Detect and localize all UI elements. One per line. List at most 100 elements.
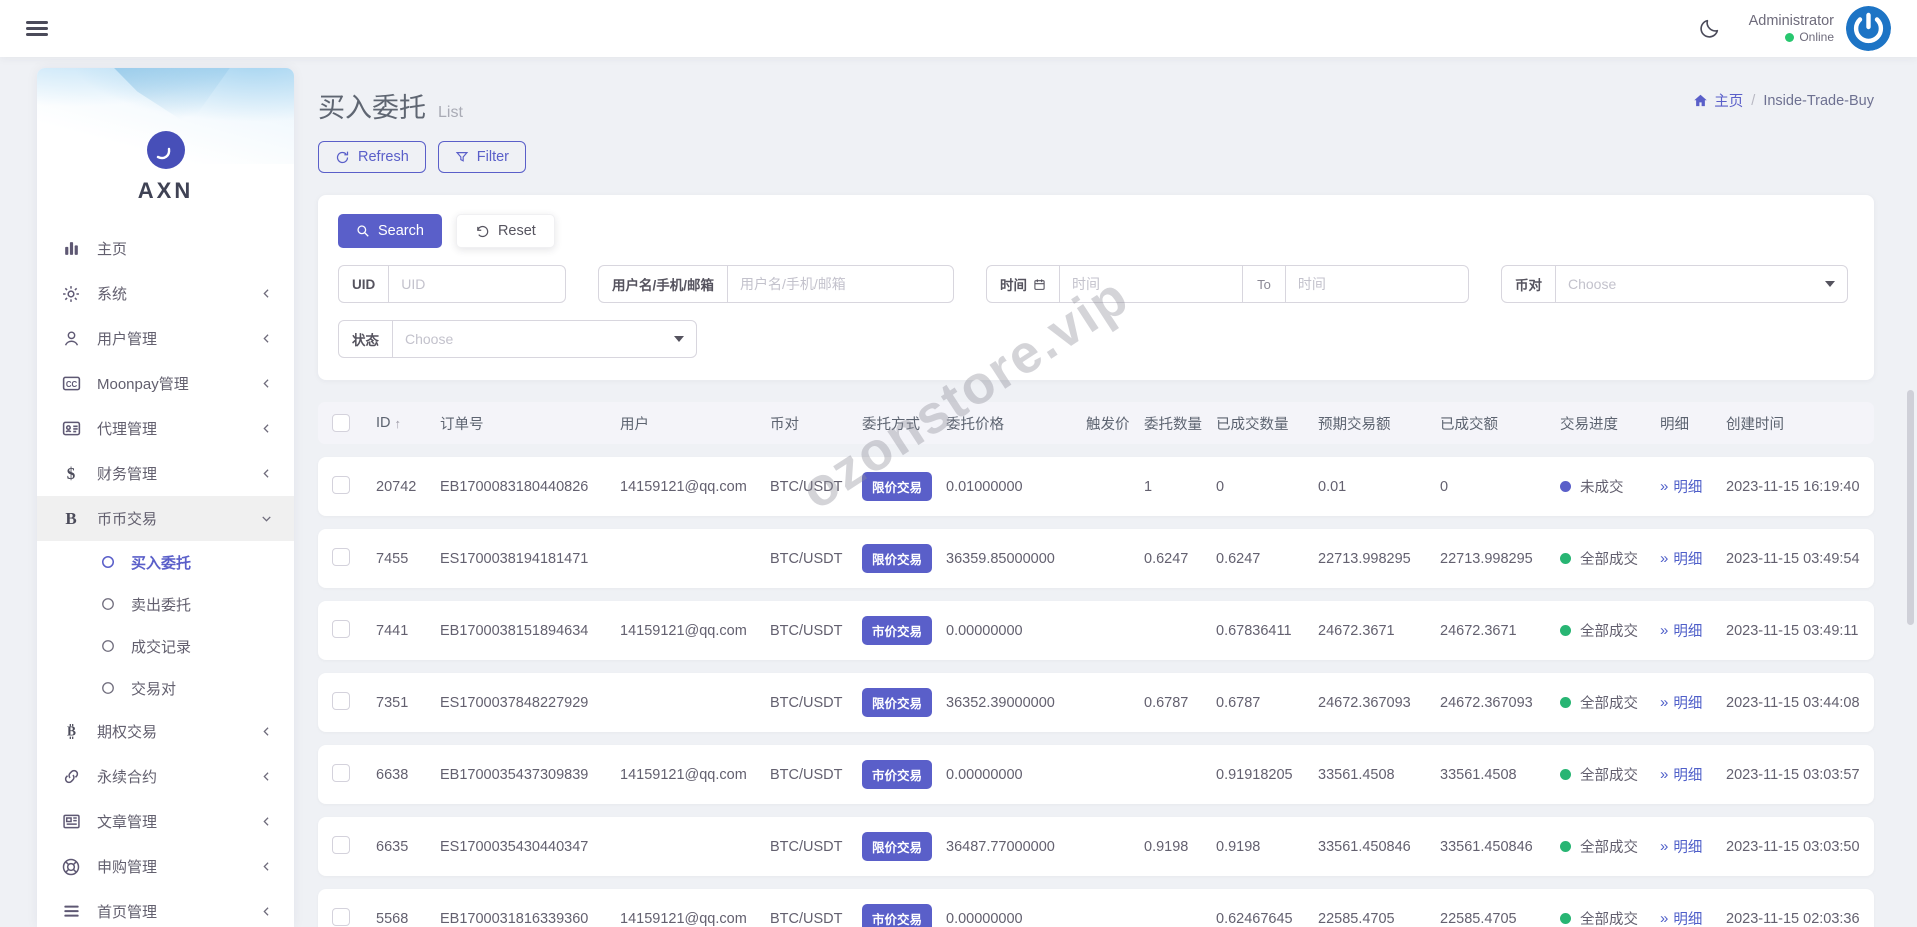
status-select[interactable]: Choose: [393, 321, 696, 357]
cell-created-at: 2023-11-15 03:03:57: [1726, 766, 1860, 783]
breadcrumb-home-link[interactable]: 主页: [1693, 90, 1743, 111]
refresh-icon: [335, 150, 350, 165]
status-label: 全部成交: [1580, 552, 1638, 568]
detail-link[interactable]: » 明细: [1660, 476, 1726, 497]
cell-user: 14159121@qq.com: [620, 622, 747, 639]
sidebar-item-subscription-management[interactable]: 申购管理: [37, 844, 294, 889]
detail-link[interactable]: » 明细: [1660, 692, 1726, 713]
row-checkbox[interactable]: [332, 835, 350, 854]
main-content: 买入委托 List 主页 / Inside-Trade-Buy Refresh …: [318, 68, 1874, 927]
time-to-input[interactable]: [1285, 266, 1468, 302]
cell-id: 5568: [376, 910, 409, 927]
cell-filled-amount: 0.62467645: [1216, 910, 1293, 927]
column-header-trigger-price: 触发价: [1086, 416, 1130, 433]
circle-icon: [101, 597, 115, 611]
row-checkbox[interactable]: [332, 547, 350, 566]
search-icon: [356, 224, 370, 238]
cell-id: 20742: [376, 478, 417, 495]
reset-button[interactable]: Reset: [455, 214, 555, 248]
cell-order-no: EB1700083180440826: [440, 478, 589, 495]
sidebar-item-homepage-management[interactable]: 首页管理: [37, 889, 294, 927]
sidebar-subitem-sell-orders[interactable]: 卖出委托: [37, 583, 294, 625]
time-from-input[interactable]: [1060, 266, 1243, 302]
cell-filled-total: 33561.4508: [1440, 766, 1517, 783]
row-checkbox[interactable]: [332, 475, 350, 494]
life-ring-icon: [60, 857, 82, 877]
sidebar-item-moonpay[interactable]: CC Moonpay管理: [37, 361, 294, 406]
bitcoin-icon: B: [60, 722, 82, 741]
cell-filled-total: 24672.3671: [1440, 622, 1517, 639]
sidebar-item-options-trading[interactable]: B 期权交易: [37, 709, 294, 754]
cell-created-at: 2023-11-15 16:19:40: [1726, 478, 1860, 495]
double-chevron-icon: »: [1660, 694, 1669, 711]
order-type-badge: 限价交易: [862, 544, 933, 573]
uid-filter-group: UID: [338, 265, 566, 303]
detail-link[interactable]: » 明细: [1660, 836, 1726, 857]
sidebar-item-article-management[interactable]: 文章管理: [37, 799, 294, 844]
cell-price: 0.01000000: [946, 478, 1023, 495]
cell-filled-amount: 0.67836411: [1216, 622, 1292, 639]
status-filter-group: 状态 Choose: [338, 320, 697, 358]
vertical-scrollbar-thumb[interactable]: [1907, 390, 1914, 625]
cell-filled-total: 22713.998295: [1440, 550, 1533, 567]
detail-link[interactable]: » 明细: [1660, 548, 1726, 569]
cell-id: 7441: [376, 622, 409, 639]
sidebar-item-user-management[interactable]: 用户管理: [37, 316, 294, 361]
pair-label: 币对: [1502, 266, 1556, 302]
order-type-badge: 限价交易: [862, 832, 933, 861]
select-all-checkbox[interactable]: [332, 414, 350, 432]
hamburger-menu-icon[interactable]: [26, 17, 48, 39]
dollar-icon: $: [66, 464, 76, 483]
sidebar-item-finance-management[interactable]: $ 财务管理: [37, 451, 294, 496]
sidebar-item-home[interactable]: 主页: [37, 226, 294, 271]
chevron-left-icon: [259, 724, 274, 739]
table-header: ID ↑ 订单号 用户 币对 委托方式 委托价格 触发价 委托数量 已成交数量 预…: [318, 402, 1874, 444]
chevron-left-icon: [259, 376, 274, 391]
chevron-down-icon: [259, 511, 274, 526]
double-chevron-icon: »: [1660, 622, 1669, 639]
bar-chart-icon: [60, 239, 82, 258]
cc-card-icon: CC: [60, 373, 82, 394]
cell-filled-total: 24672.367093: [1440, 694, 1533, 711]
calendar-icon: [1033, 278, 1046, 291]
status-label: 未成交: [1580, 480, 1624, 496]
detail-link[interactable]: » 明细: [1660, 620, 1726, 641]
top-navbar: Administrator Online: [0, 0, 1917, 57]
cell-filled-amount: 0: [1216, 478, 1225, 495]
refresh-button[interactable]: Refresh: [318, 141, 426, 173]
detail-link[interactable]: » 明细: [1660, 908, 1726, 927]
status-dot: [1560, 625, 1571, 636]
sidebar-item-perpetual-contracts[interactable]: 永续合约: [37, 754, 294, 799]
cell-user: 14159121@qq.com: [620, 478, 747, 495]
cell-user: 14159121@qq.com: [620, 766, 747, 783]
user-input[interactable]: [728, 266, 953, 302]
dark-mode-moon-icon[interactable]: [1698, 17, 1721, 40]
row-checkbox[interactable]: [332, 763, 350, 782]
row-checkbox[interactable]: [332, 691, 350, 710]
pair-select[interactable]: Choose: [1556, 266, 1847, 302]
sidebar-item-agent-management[interactable]: 代理管理: [37, 406, 294, 451]
sidebar-subitem-trading-pairs[interactable]: 交易对: [37, 667, 294, 709]
sidebar-item-system[interactable]: 系统: [37, 271, 294, 316]
cell-progress: 全部成交: [1560, 692, 1660, 713]
user-menu[interactable]: Administrator Online: [1749, 6, 1891, 51]
detail-link[interactable]: » 明细: [1660, 764, 1726, 785]
avatar[interactable]: [1846, 6, 1891, 51]
row-checkbox[interactable]: [332, 907, 350, 926]
cell-created-at: 2023-11-15 03:49:11: [1726, 622, 1859, 639]
uid-input[interactable]: [389, 266, 565, 302]
sidebar-subitem-buy-orders[interactable]: 买入委托: [37, 541, 294, 583]
search-button[interactable]: Search: [338, 214, 442, 248]
sidebar-item-spot-trading[interactable]: B 币币交易: [37, 496, 294, 541]
online-status-dot: [1785, 33, 1795, 43]
column-header-created-at: 创建时间: [1726, 416, 1784, 433]
column-header-id[interactable]: ID ↑: [376, 415, 440, 431]
row-checkbox[interactable]: [332, 619, 350, 638]
column-header-expected-total: 预期交易额: [1318, 416, 1391, 433]
filter-button[interactable]: Filter: [437, 141, 527, 173]
circle-icon: [101, 555, 115, 569]
cell-progress: 全部成交: [1560, 836, 1660, 857]
cell-user: 14159121@qq.com: [620, 910, 747, 927]
cell-pair: BTC/USDT: [770, 766, 843, 783]
sidebar-subitem-trade-records[interactable]: 成交记录: [37, 625, 294, 667]
